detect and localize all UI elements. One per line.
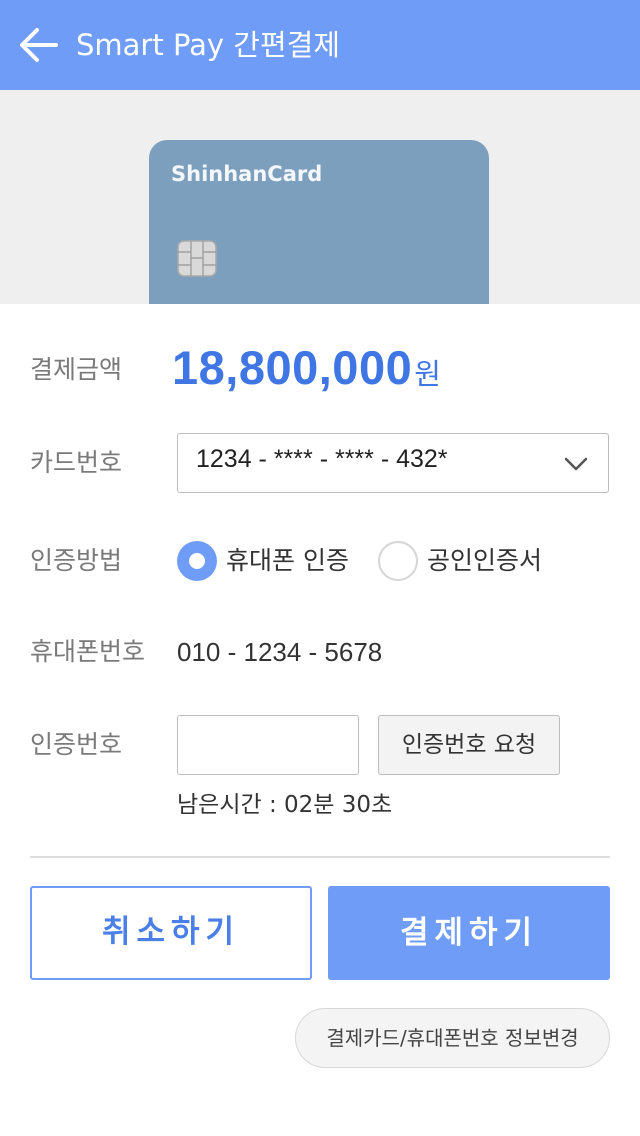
remaining-time-text: 남은시간 : 02분 30초: [177, 792, 393, 818]
radio-phone-auth-label[interactable]: 휴대폰 인증: [226, 543, 349, 579]
card-number-select[interactable]: 1234 - **** - **** - 432*: [177, 433, 609, 493]
chevron-down-icon: [564, 457, 588, 471]
phone-number-label: 휴대폰번호: [30, 637, 146, 666]
radio-certificate-auth-label[interactable]: 공인인증서: [427, 543, 542, 579]
auth-code-input[interactable]: [177, 715, 359, 775]
pay-button[interactable]: 결제하기: [328, 886, 610, 980]
divider: [30, 856, 610, 858]
phone-number-value: 010 - 1234 - 5678: [177, 637, 383, 667]
amount-unit: 원: [414, 357, 441, 391]
cancel-button[interactable]: 취소하기: [30, 886, 312, 980]
amount-value: 18,800,000: [172, 341, 413, 394]
amount-label: 결제금액: [30, 355, 123, 384]
card-brand-logo: ShinhanCard: [171, 162, 323, 186]
amount-display: 18,800,000원: [172, 340, 441, 395]
card-number-value: 1234 - **** - **** - 432*: [196, 445, 448, 473]
arrow-left-icon: [20, 28, 58, 62]
auth-code-label: 인증번호: [30, 730, 123, 759]
auth-code-request-button[interactable]: 인증번호 요청: [378, 715, 560, 775]
back-button[interactable]: [18, 26, 58, 64]
page-title: Smart Pay 간편결제: [76, 28, 340, 62]
app-header: Smart Pay 간편결제: [0, 0, 640, 90]
change-info-button[interactable]: 결제카드/휴대폰번호 정보변경: [295, 1008, 610, 1068]
card-number-label: 카드번호: [30, 448, 123, 477]
auth-method-label: 인증방법: [30, 546, 123, 575]
card-chip-icon: [177, 240, 217, 277]
credit-card-image: ShinhanCard: [149, 140, 489, 304]
radio-certificate-auth[interactable]: [378, 541, 418, 581]
card-preview-area: ShinhanCard: [0, 90, 640, 304]
radio-phone-auth[interactable]: [177, 541, 217, 581]
